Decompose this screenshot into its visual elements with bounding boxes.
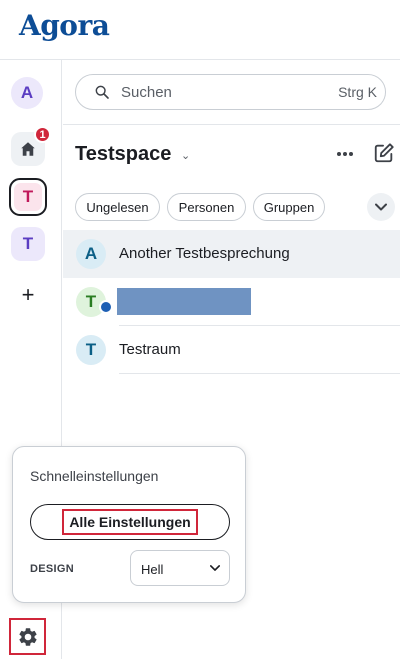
space-title[interactable]: Testspace <box>75 143 171 166</box>
room-name: Testraum <box>119 341 181 358</box>
quick-settings-popup: Schnelleinstellungen Alle Einstellungen … <box>12 446 246 603</box>
home-icon <box>21 142 35 156</box>
divider <box>63 124 400 125</box>
room-list-item[interactable]: T Testraum <box>63 326 400 374</box>
app-header: Agora <box>0 0 400 60</box>
all-settings-label: Alle Einstellungen <box>62 509 198 535</box>
app-logo: Agora <box>19 9 110 42</box>
gear-icon <box>18 627 37 646</box>
globe-icon <box>99 300 113 314</box>
redacted-room-name <box>117 288 251 315</box>
filter-unread[interactable]: Ungelesen <box>75 193 160 221</box>
divider <box>119 373 400 374</box>
settings-button[interactable] <box>9 618 46 655</box>
more-icon <box>337 152 353 156</box>
quick-settings-title: Schnelleinstellungen <box>30 468 159 484</box>
chevron-down-icon <box>375 203 387 211</box>
user-avatar[interactable]: A <box>11 77 43 109</box>
search-placeholder: Suchen <box>121 84 172 101</box>
home-unread-badge: 1 <box>34 126 51 143</box>
filter-groups[interactable]: Gruppen <box>253 193 325 221</box>
more-options-button[interactable] <box>334 144 356 164</box>
compose-icon[interactable] <box>373 142 395 164</box>
theme-select[interactable]: Hell <box>130 550 230 586</box>
design-label: DESIGN <box>30 563 74 575</box>
chevron-down-icon[interactable]: ⌄ <box>181 149 190 162</box>
filter-people[interactable]: Personen <box>167 193 246 221</box>
space-testspace-selected[interactable]: T <box>9 178 47 216</box>
room-list-item[interactable]: T <box>63 278 400 326</box>
theme-select-value: Hell <box>141 562 164 577</box>
room-name: Another Testbesprechung <box>119 245 290 262</box>
search-shortcut: Strg K <box>338 84 377 100</box>
space-t[interactable]: T <box>11 227 45 261</box>
add-space-button[interactable]: + <box>18 282 38 308</box>
space-initial: T <box>14 183 42 211</box>
chevron-down-icon <box>210 565 220 571</box>
expand-filters-button[interactable] <box>367 193 395 221</box>
room-avatar: A <box>76 239 106 269</box>
search-icon <box>95 85 109 99</box>
all-settings-button[interactable]: Alle Einstellungen <box>30 504 230 540</box>
room-avatar: T <box>76 335 106 365</box>
room-list-item[interactable]: A Another Testbesprechung <box>63 230 400 278</box>
search-field[interactable]: Suchen Strg K <box>75 74 386 110</box>
